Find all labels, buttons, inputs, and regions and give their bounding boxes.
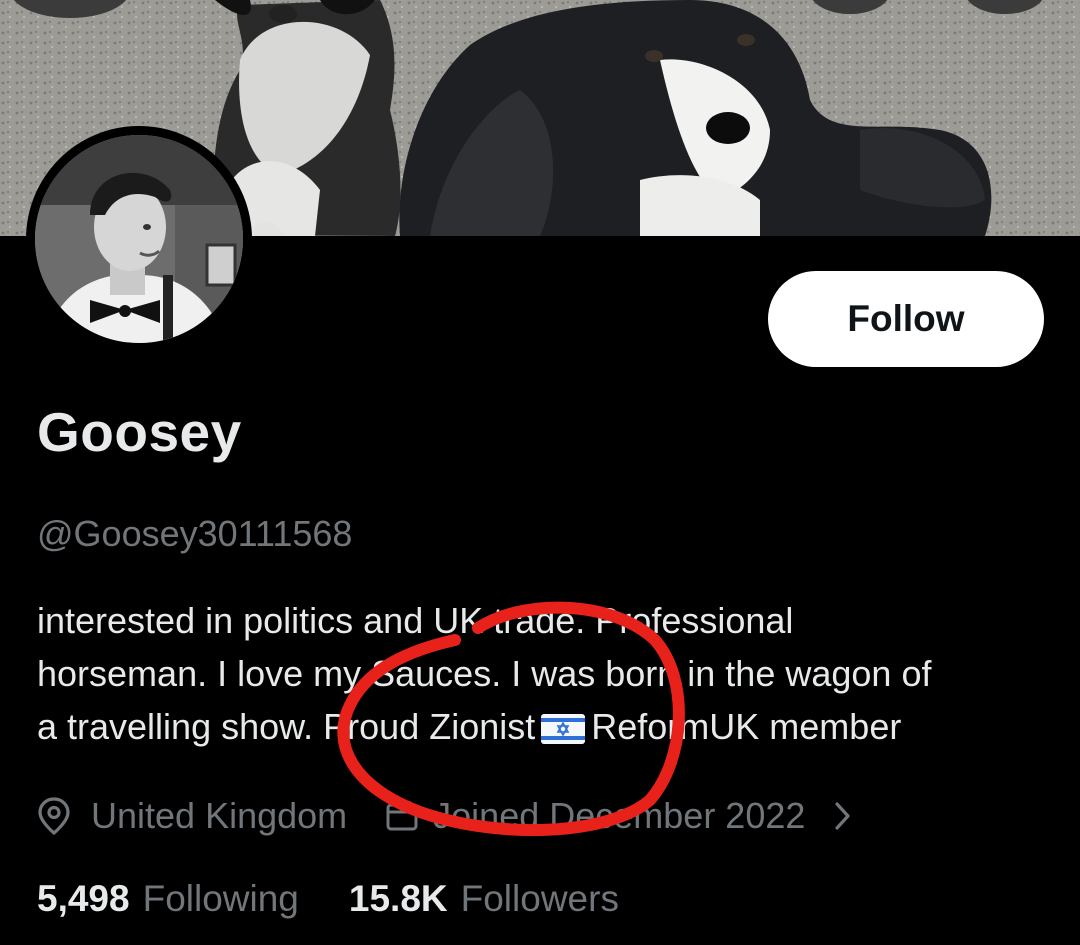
bio-line: horseman. I love my Sauces. I was born i… — [37, 653, 932, 694]
avatar[interactable] — [26, 126, 252, 352]
following-count: 5,498 — [37, 878, 130, 919]
following-label: Following — [142, 878, 299, 919]
followers-count: 15.8K — [348, 878, 448, 919]
follow-stats: 5,498 Following 15.8K Followers — [37, 878, 619, 920]
followers-label: Followers — [460, 878, 619, 919]
profile-bio: interested in politics and UK trade. Pro… — [37, 594, 1057, 758]
israel-flag-icon — [541, 705, 586, 758]
bio-line: interested in politics and UK trade. Pro… — [37, 600, 794, 641]
user-handle: @Goosey30111568 — [37, 513, 353, 554]
avatar-photo — [35, 135, 243, 343]
followers-link[interactable]: 15.8K Followers — [349, 878, 619, 920]
location-text: United Kingdom — [91, 795, 348, 836]
following-link[interactable]: 5,498 Following — [37, 878, 299, 920]
location-pin-icon — [37, 797, 71, 835]
bio-line: a travelling show. Proud Zionist ReformUK… — [37, 700, 1057, 758]
bio-text: ReformUK member — [591, 706, 902, 747]
chevron-right-icon[interactable] — [833, 799, 853, 833]
bio-text: a travelling show. Proud Zionist — [37, 706, 536, 747]
display-name: Goosey — [37, 401, 242, 463]
calendar-icon — [385, 799, 419, 833]
profile-meta: United Kingdom Joined December 2022 — [37, 790, 853, 842]
joined-date-text: Joined December 2022 — [433, 795, 806, 836]
follow-button[interactable]: Follow — [768, 271, 1044, 367]
